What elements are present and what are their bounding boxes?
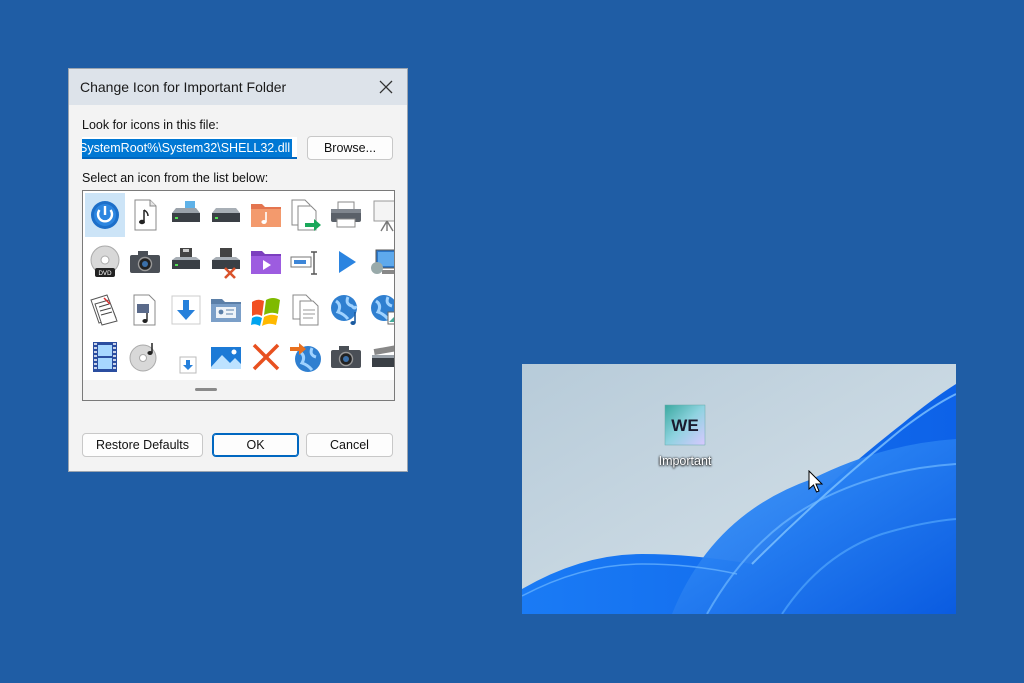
display-settings-icon[interactable]: [366, 240, 394, 284]
restore-defaults-button[interactable]: Restore Defaults: [82, 433, 203, 457]
windows-logo-icon[interactable]: [246, 288, 286, 332]
drive-icon[interactable]: [166, 193, 206, 237]
globe-arrow-icon[interactable]: [286, 335, 326, 379]
media-file-icon[interactable]: [125, 288, 165, 332]
power-icon[interactable]: [85, 193, 125, 237]
ok-button[interactable]: OK: [212, 433, 299, 457]
folder-icon-text: WE: [671, 416, 698, 435]
dvd-icon[interactable]: DVD: [85, 240, 125, 284]
download-arrow-icon[interactable]: [166, 288, 206, 332]
desktop-preview: WE Important: [522, 364, 956, 614]
music-file-icon[interactable]: [125, 193, 165, 237]
red-x-icon[interactable]: [246, 335, 286, 379]
video-folder-icon[interactable]: [246, 240, 286, 284]
change-icon-dialog: Change Icon for Important Folder Look fo…: [68, 68, 408, 472]
folder-label: Important: [658, 454, 712, 468]
camera-icon[interactable]: [326, 335, 366, 379]
important-folder-shortcut[interactable]: WE Important: [650, 404, 720, 468]
cd-music-icon[interactable]: [125, 335, 165, 379]
horizontal-scrollbar[interactable]: [83, 380, 394, 400]
documents-icon[interactable]: [85, 288, 125, 332]
contacts-folder-icon[interactable]: [206, 288, 246, 332]
internet-music-icon[interactable]: [326, 288, 366, 332]
media-folder-icon[interactable]: [246, 193, 286, 237]
scrollbar-thumb[interactable]: [195, 388, 217, 391]
rename-field-icon[interactable]: [286, 240, 326, 284]
move-file-icon[interactable]: [286, 193, 326, 237]
browse-button[interactable]: Browse...: [307, 136, 393, 160]
file-path-text: SystemRoot%\System32\SHELL32.dll: [82, 139, 293, 157]
file-path-input[interactable]: SystemRoot%\System32\SHELL32.dll: [82, 137, 297, 159]
internet-picture-icon[interactable]: [366, 288, 394, 332]
drive-icon[interactable]: [206, 193, 246, 237]
dialog-titlebar[interactable]: Change Icon for Important Folder: [69, 69, 407, 105]
projector-icon[interactable]: [366, 193, 394, 237]
close-icon[interactable]: [365, 69, 407, 105]
pictures-icon[interactable]: [206, 335, 246, 379]
file-label: Look for icons in this file:: [82, 118, 219, 132]
scanner-icon[interactable]: [366, 335, 394, 379]
copy-icon[interactable]: [286, 288, 326, 332]
printer-icon[interactable]: [326, 193, 366, 237]
list-label: Select an icon from the list below:: [82, 171, 269, 185]
icon-list[interactable]: DVD: [82, 190, 395, 401]
dialog-title: Change Icon for Important Folder: [80, 79, 287, 95]
small-download-icon[interactable]: [166, 335, 206, 379]
camera-icon[interactable]: [125, 240, 165, 284]
film-strip-icon[interactable]: [85, 335, 125, 379]
desktop-wallpaper: [522, 364, 956, 614]
svg-text:DVD: DVD: [98, 270, 112, 277]
floppy-drive-icon[interactable]: [166, 240, 206, 284]
folder-custom-icon: WE: [664, 404, 706, 446]
mouse-pointer-icon: [808, 469, 824, 499]
play-icon[interactable]: [326, 240, 366, 284]
cancel-button[interactable]: Cancel: [306, 433, 393, 457]
drive-removed-icon[interactable]: [206, 240, 246, 284]
